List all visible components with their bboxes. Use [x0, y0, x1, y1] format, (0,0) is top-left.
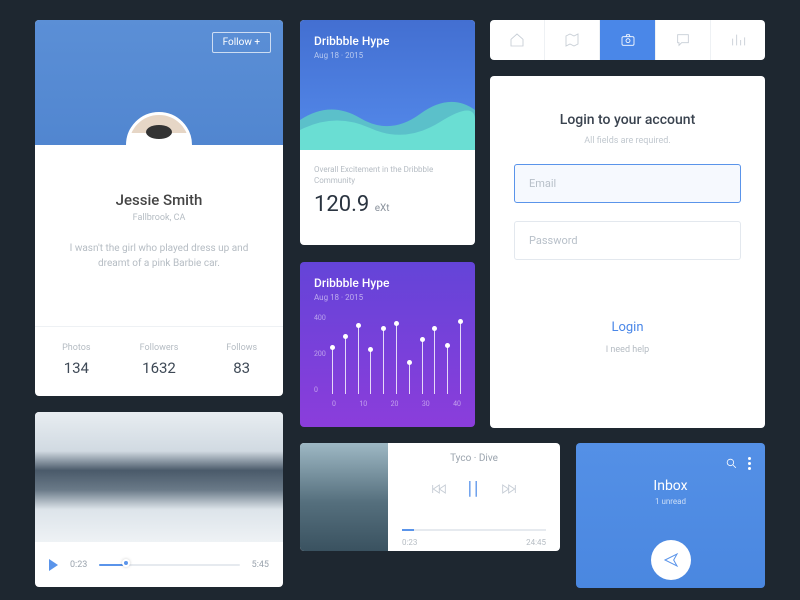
- chat-icon: [675, 32, 691, 48]
- bar: [370, 350, 371, 394]
- video-seek[interactable]: [99, 564, 239, 566]
- music-track-title: Tyco · Dive: [402, 453, 546, 464]
- home-icon: [509, 32, 525, 48]
- profile-location: Fallbrook, CA: [35, 213, 283, 223]
- password-field[interactable]: [514, 221, 741, 260]
- bar: [460, 322, 461, 394]
- bar: [332, 348, 333, 394]
- video-progress: [99, 564, 124, 566]
- follow-button[interactable]: Follow +: [212, 32, 271, 53]
- bar: [345, 337, 346, 394]
- profile-bio: I wasn't the girl who played dress up an…: [35, 223, 283, 271]
- video-card: 0:23 5:45: [35, 412, 283, 587]
- profile-name: Jessie Smith: [35, 191, 283, 209]
- send-icon: [663, 552, 679, 568]
- stat-followers[interactable]: Followers 1632: [118, 327, 201, 396]
- video-controls: 0:23 5:45: [35, 542, 283, 587]
- hype-bars-title: Dribbble Hype: [314, 276, 461, 290]
- video-knob[interactable]: [122, 559, 130, 567]
- next-icon[interactable]: [500, 482, 516, 496]
- music-progress: [402, 529, 414, 531]
- login-card: Login to your account All fields are req…: [490, 76, 765, 428]
- login-button[interactable]: Login: [611, 320, 643, 335]
- stats-icon: [730, 32, 746, 48]
- video-time-current: 0:23: [70, 560, 87, 570]
- bar: [409, 363, 410, 394]
- bar: [358, 326, 359, 394]
- wave-chart-icon: [300, 90, 475, 150]
- login-hint: All fields are required.: [514, 136, 741, 146]
- search-icon[interactable]: [725, 457, 738, 470]
- inbox-unread: 1 unread: [590, 497, 751, 506]
- hype-bars-card: Dribbble Hype Aug 18 · 2015 400 200 0 0 …: [300, 262, 475, 427]
- video-time-total: 5:45: [252, 560, 269, 570]
- hype-wave-value: 120.9 eXt: [314, 192, 461, 217]
- hype-wave-title: Dribbble Hype: [314, 34, 461, 48]
- stat-photos[interactable]: Photos 134: [35, 327, 118, 396]
- inbox-title: Inbox: [590, 478, 751, 494]
- nav-camera[interactable]: [600, 20, 655, 60]
- inbox-card: Inbox 1 unread: [576, 443, 765, 588]
- bar: [422, 340, 423, 394]
- pause-icon[interactable]: ||: [468, 478, 481, 499]
- nav-bar: [490, 20, 765, 60]
- video-frame[interactable]: [35, 412, 283, 542]
- lollipop-chart: 400 200 0 0 10 20 30 40: [314, 316, 461, 406]
- profile-card: Follow + Jessie Smith Fallbrook, CA I wa…: [35, 20, 283, 396]
- compose-button[interactable]: [651, 540, 691, 580]
- album-art[interactable]: [300, 443, 388, 551]
- camera-icon: [620, 32, 636, 48]
- bar: [447, 346, 448, 394]
- avatar[interactable]: [126, 112, 192, 178]
- hype-wave-subtitle: Overall Excitement in the Dribbble Commu…: [314, 164, 461, 186]
- hype-wave-date: Aug 18 · 2015: [314, 51, 461, 60]
- bar: [383, 329, 384, 394]
- more-icon[interactable]: [748, 457, 751, 470]
- profile-stats: Photos 134 Followers 1632 Follows 83: [35, 326, 283, 396]
- music-time-total: 24:45: [526, 538, 546, 547]
- nav-chat[interactable]: [656, 20, 711, 60]
- email-field[interactable]: [514, 164, 741, 203]
- nav-map[interactable]: [545, 20, 600, 60]
- music-seek[interactable]: [402, 529, 546, 531]
- hype-bars-date: Aug 18 · 2015: [314, 293, 461, 302]
- nav-stats[interactable]: [711, 20, 765, 60]
- stat-follows[interactable]: Follows 83: [200, 327, 283, 396]
- bar: [434, 329, 435, 394]
- bar: [396, 324, 397, 394]
- login-title: Login to your account: [514, 112, 741, 128]
- hype-wave-card: Dribbble Hype Aug 18 · 2015 Overall Exci…: [300, 20, 475, 245]
- play-icon[interactable]: [49, 559, 58, 571]
- prev-icon[interactable]: [432, 482, 448, 496]
- map-icon: [564, 32, 580, 48]
- music-time-current: 0:23: [402, 538, 417, 547]
- nav-home[interactable]: [490, 20, 545, 60]
- music-card: Tyco · Dive || 0:23 24:45: [300, 443, 560, 551]
- help-link[interactable]: I need help: [514, 345, 741, 355]
